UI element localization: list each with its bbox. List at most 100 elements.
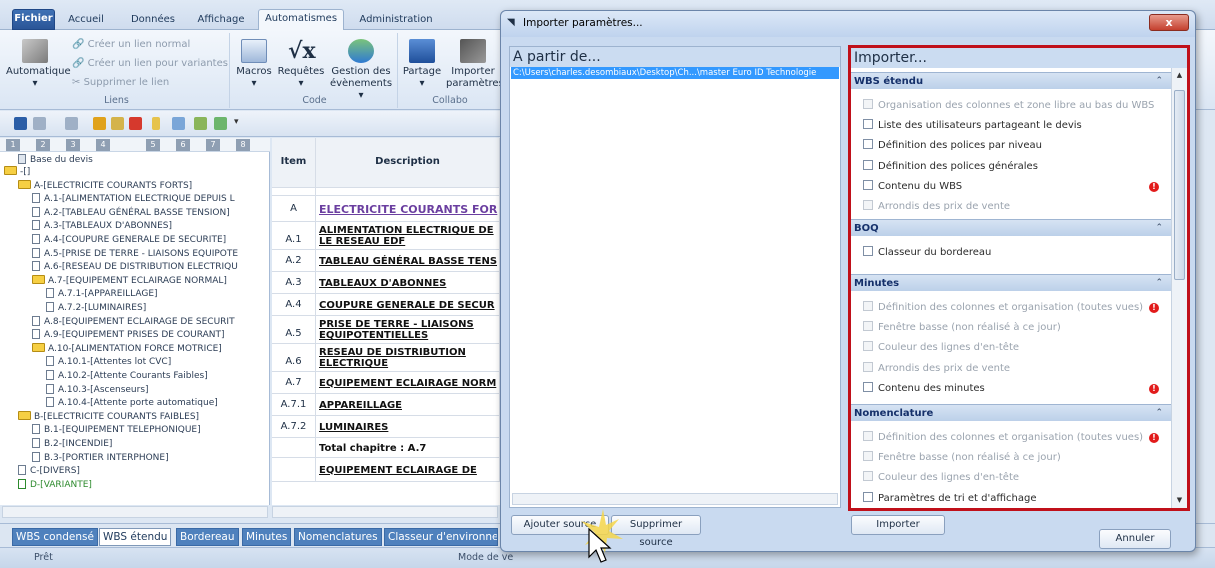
- grid-cell-description[interactable]: LUMINAIRES: [316, 416, 500, 438]
- tab-automatismes[interactable]: Automatismes: [258, 9, 344, 31]
- undo-icon[interactable]: [33, 117, 46, 130]
- tree-horizontal-scrollbar[interactable]: [2, 506, 268, 518]
- sheet-tab-bordereau[interactable]: Bordereau: [176, 528, 239, 546]
- grid-cell-description[interactable]: ELECTRICITE COURANTS FOR: [316, 196, 500, 222]
- sheet-tab-wbs-condense[interactable]: WBS condensé: [12, 528, 98, 546]
- checkbox-icon[interactable]: [863, 246, 873, 256]
- grid-cell-description[interactable]: EQUIPEMENT ECLAIRAGE DE: [316, 458, 500, 482]
- grid-cell-item[interactable]: A.7: [272, 372, 316, 394]
- tree-node[interactable]: A.10.1-[Attentes lot CVC]: [46, 356, 171, 368]
- import-section-header[interactable]: Minutes ⌃: [851, 274, 1171, 291]
- tree-node[interactable]: A-[ELECTRICITE COURANTS FORTS]: [18, 179, 192, 192]
- grid-cell-item[interactable]: [272, 458, 316, 482]
- sheet-tab-nomenclatures[interactable]: Nomenclatures: [294, 528, 382, 546]
- grid-cell-description[interactable]: TABLEAU GÉNÉRAL BASSE TENS: [316, 250, 500, 272]
- level-4-button[interactable]: 4: [96, 139, 110, 151]
- tree-node[interactable]: B.2-[INCENDIE]: [32, 438, 112, 450]
- import-section-header[interactable]: BOQ ⌃: [851, 219, 1171, 236]
- level-5-button[interactable]: 5: [146, 139, 160, 151]
- tree-node[interactable]: A.10.3-[Ascenseurs]: [46, 383, 149, 396]
- grid-cell-item[interactable]: A.1: [272, 222, 316, 250]
- tree-node[interactable]: B.1-[EQUIPEMENT TELEPHONIQUE]: [32, 424, 201, 436]
- scroll-down-icon[interactable]: ▼: [1174, 495, 1185, 506]
- grid-cell-item[interactable]: A.5: [272, 316, 316, 344]
- grid-cell-item[interactable]: [272, 438, 316, 458]
- grid-cell-description[interactable]: PRISE DE TERRE - LIAISONS EQUIPOTENTIELLE…: [316, 316, 500, 344]
- grid-cell-item[interactable]: A.7.2: [272, 416, 316, 438]
- grid-cell-description[interactable]: APPAREILLAGE: [316, 394, 500, 416]
- tree-node[interactable]: A.6-[RESEAU DE DISTRIBUTION ELECTRIQU: [32, 261, 238, 273]
- save-icon[interactable]: [14, 117, 27, 130]
- calculator-icon[interactable]: [172, 117, 185, 130]
- import-option-checkbox[interactable]: Définition des polices par niveau: [863, 138, 1042, 154]
- tab-affichage[interactable]: Affichage: [192, 11, 250, 30]
- tree-node[interactable]: A.1-[ALIMENTATION ELECTRIQUE DEPUIS L: [32, 193, 235, 205]
- grid-cell-item[interactable]: A.4: [272, 294, 316, 316]
- level-8-button[interactable]: 8: [236, 139, 250, 151]
- tree-node[interactable]: A.7.1-[APPAREILLAGE]: [46, 288, 158, 300]
- level-6-button[interactable]: 6: [176, 139, 190, 151]
- tree-node[interactable]: A.7.2-[LUMINAIRES]: [46, 302, 146, 314]
- tree-node[interactable]: A.4-[COUPURE GENERALE DE SECURITE]: [32, 234, 226, 246]
- delete-icon[interactable]: [129, 117, 142, 130]
- grid-cell-description[interactable]: COUPURE GENERALE DE SECUR: [316, 294, 500, 316]
- requetes-button[interactable]: √x Requêtes ▾: [276, 39, 326, 90]
- grid-cell-item[interactable]: A: [272, 196, 316, 222]
- import-option-checkbox[interactable]: Contenu du WBS: [863, 179, 962, 195]
- grid-cell-description[interactable]: Total chapitre : A.7: [316, 438, 500, 458]
- import-option-checkbox[interactable]: Paramètres de tri et d'affichage: [863, 491, 1036, 507]
- tree-node[interactable]: A.5-[PRISE DE TERRE - LIAISONS EQUIPOTE: [32, 247, 238, 260]
- import-option-checkbox[interactable]: Définition des polices générales: [863, 159, 1038, 175]
- flag-icon[interactable]: [214, 117, 227, 130]
- tab-accueil[interactable]: Accueil: [63, 11, 109, 30]
- level-7-button[interactable]: 7: [206, 139, 220, 151]
- sheet-tab-minutes[interactable]: Minutes: [242, 528, 292, 546]
- tools-icon[interactable]: [194, 117, 207, 130]
- insert-icon[interactable]: [93, 117, 106, 130]
- tree-node[interactable]: -[]: [4, 166, 30, 178]
- chevron-up-icon[interactable]: ⌃: [1155, 275, 1163, 292]
- column-header-item[interactable]: Item: [272, 138, 316, 188]
- checkbox-icon[interactable]: [863, 139, 873, 150]
- import-section-header[interactable]: WBS étendu ⌃: [851, 72, 1171, 89]
- grid-cell-item[interactable]: A.3: [272, 272, 316, 294]
- tree-node[interactable]: A.2-[TABLEAU GÉNÉRAL BASSE TENSION]: [32, 206, 230, 219]
- import-section-header[interactable]: Nomenclature ⌃: [851, 404, 1171, 421]
- checkbox-icon[interactable]: [863, 179, 873, 190]
- cancel-button[interactable]: Annuler: [1099, 529, 1171, 549]
- automatique-button[interactable]: Automatique ▾: [6, 39, 71, 90]
- partage-button[interactable]: Partage ▾: [402, 39, 442, 90]
- grid-cell-description[interactable]: [316, 188, 500, 196]
- tree-node[interactable]: C-[DIVERS]: [18, 465, 80, 477]
- grid-cell-description[interactable]: RESEAU DE DISTRIBUTION ELECTRIQUE: [316, 344, 500, 372]
- redo-icon[interactable]: [65, 117, 78, 130]
- sheet-tab-classeur[interactable]: Classeur d'environne: [384, 528, 498, 546]
- column-header-description[interactable]: Description: [316, 138, 500, 188]
- macros-button[interactable]: Macros ▾: [234, 39, 274, 90]
- importer-parametres-button[interactable]: Importer paramètres: [446, 39, 504, 90]
- tree-node[interactable]: A.7-[EQUIPEMENT ECLAIRAGE NORMAL]: [32, 274, 227, 287]
- grid-cell-item[interactable]: A.6: [272, 344, 316, 372]
- import-vertical-scrollbar[interactable]: ▲ ▼: [1171, 68, 1187, 508]
- tree-node[interactable]: A.8-[EQUIPEMENT ECLAIRAGE DE SECURIT: [32, 315, 235, 328]
- customize-qat-icon[interactable]: ▾: [234, 117, 242, 130]
- tab-administration[interactable]: Administration: [352, 11, 440, 30]
- tree-node[interactable]: A.10.4-[Attente porte automatique]: [46, 397, 218, 409]
- grid-cell-item[interactable]: A.2: [272, 250, 316, 272]
- import-option-checkbox[interactable]: Liste des utilisateurs partageant le dev…: [863, 118, 1082, 134]
- tree-node[interactable]: A.9-[EQUIPEMENT PRISES DE COURANT]: [32, 329, 225, 341]
- tree-node[interactable]: B.3-[PORTIER INTERPHONE]: [32, 451, 169, 464]
- checkbox-icon[interactable]: [863, 381, 873, 392]
- grid-cell-description[interactable]: EQUIPEMENT ECLAIRAGE NORM: [316, 372, 500, 394]
- chevron-up-icon[interactable]: ⌃: [1155, 405, 1163, 422]
- level-3-button[interactable]: 3: [66, 139, 80, 151]
- tree-node[interactable]: D-[VARIANTE]: [18, 478, 92, 491]
- level-2-button[interactable]: 2: [36, 139, 50, 151]
- tab-donnees[interactable]: Données: [124, 11, 182, 30]
- tree-node[interactable]: A.10-[ALIMENTATION FORCE MOTRICE]: [32, 342, 222, 355]
- tree-node[interactable]: A.3-[TABLEAUX D'ABONNES]: [32, 220, 172, 232]
- tree-node[interactable]: B-[ELECTRICITE COURANTS FAIBLES]: [18, 410, 199, 423]
- grid-cell-item[interactable]: [272, 188, 316, 196]
- scroll-thumb[interactable]: [1174, 90, 1185, 280]
- checkbox-icon[interactable]: [863, 159, 873, 170]
